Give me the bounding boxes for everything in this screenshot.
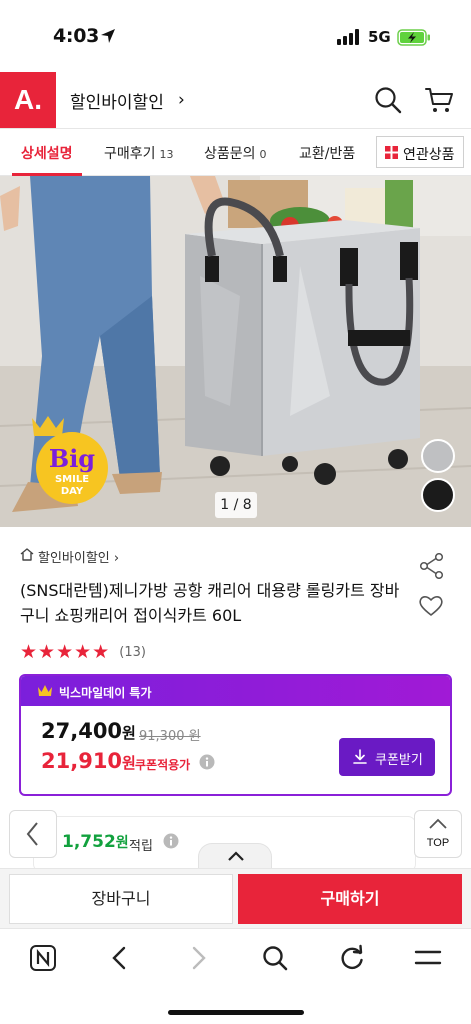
tab-label: 상품문의 (204, 146, 256, 162)
coupon-price-label: 쿠폰적용가 (135, 758, 191, 772)
network-type: 5G (368, 28, 391, 46)
search-icon[interactable] (374, 86, 402, 114)
event-label: 빅스마일데이 특가 (59, 686, 152, 700)
tab-exchange-return[interactable]: 교환/반품 (299, 143, 355, 163)
refresh-icon[interactable] (338, 944, 366, 972)
tab-label: 교환/반품 (299, 146, 356, 162)
top-label: TOP (426, 837, 450, 849)
coupon-price: 21,910원 (41, 749, 136, 773)
coupon-price-value: 21,910 (41, 749, 123, 773)
tab-label: 구매후기 (104, 146, 156, 162)
event-banner: 빅스마일데이 특가 (21, 676, 450, 706)
signal-bars-icon (337, 29, 359, 45)
download-icon (353, 749, 367, 764)
info-icon[interactable] (163, 833, 179, 849)
menu-icon[interactable] (414, 944, 442, 972)
grid-icon (385, 146, 398, 159)
heart-icon[interactable] (418, 594, 444, 618)
product-image-carousel[interactable]: Big SMILE DAY 1 / 8 (0, 176, 471, 527)
status-time: 4:03 (53, 25, 100, 47)
add-to-cart-button[interactable]: 장바구니 (9, 874, 233, 924)
product-title: (SNS대란템)제니가방 공항 캐리어 대용량 롤링카트 장바구니 쇼핑캐리어 … (20, 581, 400, 625)
status-bar: 4:03 5G (0, 0, 471, 72)
battery-charging-icon (397, 29, 430, 46)
naver-home-icon[interactable] (29, 944, 57, 972)
breadcrumb-store: 할인바이할인 › (38, 551, 120, 566)
info-icon[interactable] (199, 754, 215, 770)
forward-icon[interactable] (186, 944, 210, 972)
color-option-black[interactable] (421, 478, 455, 512)
price-box: 빅스마일데이 특가 27,400원 91,300 원 21,910원 쿠폰적용가… (19, 674, 452, 796)
related-products-button[interactable]: 연관상품 (376, 136, 464, 168)
image-counter: 1 / 8 (215, 492, 257, 518)
brand-logo[interactable]: A. (0, 72, 56, 128)
tab-questions[interactable]: 상품문의 0 (204, 143, 267, 163)
tab-reviews[interactable]: 구매후기 13 (104, 143, 174, 163)
buy-now-button[interactable]: 구매하기 (238, 874, 462, 924)
tab-description[interactable]: 상세설명 (21, 143, 73, 163)
chevron-right-icon: › (178, 90, 185, 110)
tab-count: 13 (159, 148, 174, 161)
share-icon[interactable] (418, 553, 446, 579)
location-arrow-icon (101, 29, 115, 43)
related-products-label: 연관상품 (403, 147, 455, 163)
reward-points: 1,752원 (62, 832, 129, 852)
sale-price-value: 27,400 (41, 719, 123, 743)
original-price: 91,300 원 (139, 729, 201, 744)
points-unit: 원 (115, 835, 129, 851)
points-amount: 1,752 (62, 832, 116, 852)
store-name-link[interactable]: 할인바이할인 (70, 88, 164, 113)
home-icon (20, 548, 34, 561)
detail-tabs: 상세설명 구매후기 13 상품문의 0 교환/반품 연관상품 (0, 128, 471, 176)
app-header: A. 할인바이할인 › (0, 72, 471, 128)
home-indicator (168, 1010, 304, 1015)
sale-price: 27,400원 (41, 719, 136, 743)
purchase-action-bar: 장바구니 구매하기 (0, 868, 471, 928)
price-unit: 원 (122, 724, 136, 742)
price-unit: 원 (122, 754, 136, 772)
cart-icon[interactable] (424, 86, 454, 114)
color-option-silver[interactable] (421, 439, 455, 473)
back-icon[interactable] (108, 944, 132, 972)
scroll-top-button[interactable]: TOP (414, 810, 462, 858)
expand-options-handle[interactable] (198, 843, 272, 869)
tab-label: 상세설명 (21, 146, 73, 162)
tab-count: 0 (259, 148, 267, 161)
badge-day-text: DAY (61, 486, 84, 497)
floating-back-button[interactable] (9, 810, 57, 858)
get-coupon-button[interactable]: 쿠폰받기 (339, 738, 435, 776)
get-coupon-label: 쿠폰받기 (375, 753, 423, 768)
review-count: (13) (119, 645, 146, 660)
big-smile-day-badge: Big SMILE DAY (32, 416, 108, 504)
points-label: 적립 (129, 839, 153, 854)
chevron-left-icon (26, 822, 38, 846)
rating[interactable]: ★★★★★ (13) (20, 641, 146, 663)
badge-smile-text: SMILE (55, 474, 89, 485)
badge-big-text: Big (49, 444, 95, 473)
rating-stars: ★★★★★ (20, 641, 111, 663)
search-icon[interactable] (261, 944, 289, 972)
chevron-up-icon (228, 851, 244, 861)
chevron-up-icon (429, 818, 447, 829)
crown-icon (38, 685, 52, 696)
